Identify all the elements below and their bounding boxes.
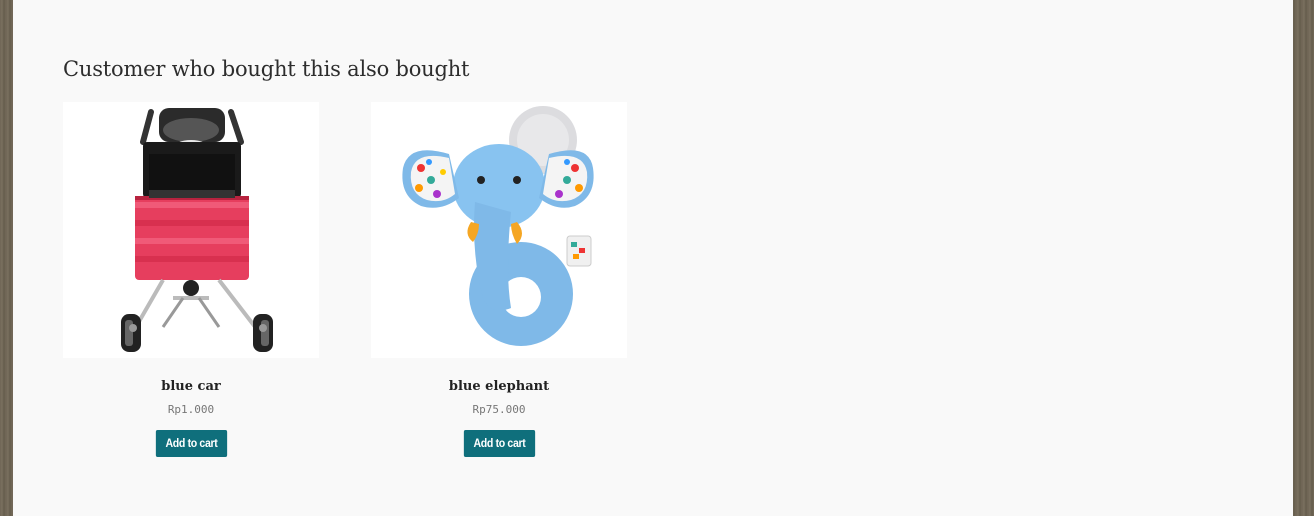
product-image[interactable] — [371, 102, 627, 358]
product-card: blue elephant Rp75.000 Add to cart — [371, 102, 627, 457]
add-to-cart-button[interactable]: Add to cart — [463, 430, 535, 457]
product-name[interactable]: blue elephant — [371, 378, 627, 396]
add-to-cart-button[interactable]: Add to cart — [155, 430, 227, 457]
product-price: Rp75.000 — [472, 403, 526, 416]
product-image[interactable] — [63, 102, 319, 358]
related-products-heading: Customer who bought this also bought — [63, 57, 470, 81]
stroller-image — [121, 108, 273, 352]
page-content: Customer who bought this also bought blu… — [13, 0, 1293, 516]
product-name[interactable]: blue car — [63, 378, 319, 396]
elephant-image — [402, 106, 594, 346]
product-card: blue car Rp1.000 Add to cart — [63, 102, 319, 457]
product-price: Rp1.000 — [167, 403, 215, 416]
